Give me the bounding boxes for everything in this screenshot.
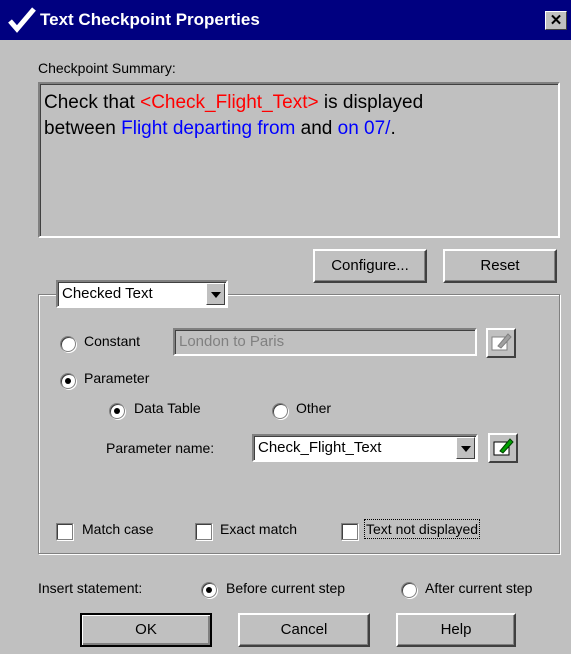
exact-match-checkbox[interactable] xyxy=(195,523,212,540)
constant-value-field[interactable]: London to Paris xyxy=(173,328,477,356)
edit-icon xyxy=(491,333,512,351)
other-radio[interactable] xyxy=(272,403,288,419)
constant-label: Constant xyxy=(84,333,141,349)
parameter-name-select[interactable]: Check_Flight_Text xyxy=(252,434,478,462)
parameter-radio[interactable] xyxy=(60,373,76,389)
cancel-button[interactable]: Cancel xyxy=(238,613,370,647)
constant-radio[interactable] xyxy=(60,336,76,352)
configure-button[interactable]: Configure... xyxy=(313,249,427,283)
parameter-name-label: Parameter name: xyxy=(106,440,215,456)
before-current-step-label: Before current step xyxy=(226,580,346,596)
insert-statement-label: Insert statement: xyxy=(38,580,143,596)
parameter-label: Parameter xyxy=(84,370,150,386)
constant-edit-button[interactable] xyxy=(486,328,516,358)
match-case-label: Match case xyxy=(82,521,154,537)
checked-text-select[interactable]: Checked Text xyxy=(56,280,228,308)
exact-match-label: Exact match xyxy=(220,521,298,537)
edit-icon xyxy=(493,438,514,456)
parameter-edit-button[interactable] xyxy=(488,433,518,463)
other-label: Other xyxy=(296,400,332,416)
summary-text-before: Flight departing from xyxy=(121,118,296,139)
ok-button[interactable]: OK xyxy=(80,613,212,647)
close-icon: ✕ xyxy=(549,12,563,29)
chevron-down-icon[interactable] xyxy=(456,437,475,459)
summary-line-2: between Flight departing from and on 07/… xyxy=(44,118,396,139)
summary-label: Checkpoint Summary: xyxy=(38,60,176,76)
close-button[interactable]: ✕ xyxy=(545,11,567,30)
data-table-label: Data Table xyxy=(134,400,201,416)
reset-button[interactable]: Reset xyxy=(443,249,557,283)
checkpoint-summary: Check that <Check_Flight_Text> is displa… xyxy=(38,82,560,238)
text-not-displayed-checkbox[interactable] xyxy=(341,523,358,540)
data-table-radio[interactable] xyxy=(109,403,125,419)
summary-line-1: Check that <Check_Flight_Text> is displa… xyxy=(44,92,424,113)
help-button[interactable]: Help xyxy=(396,613,516,647)
title-bar: Text Checkpoint Properties ✕ xyxy=(0,0,571,40)
after-current-step-label: After current step xyxy=(425,580,533,596)
summary-text-after: on 07/ xyxy=(337,118,391,139)
window-title: Text Checkpoint Properties xyxy=(40,10,260,29)
checkmark-icon xyxy=(8,7,36,33)
summary-parameter: <Check_Flight_Text> xyxy=(140,92,319,113)
text-not-displayed-label: Text not displayed xyxy=(363,519,481,539)
before-current-step-radio[interactable] xyxy=(201,582,217,598)
after-current-step-radio[interactable] xyxy=(401,582,417,598)
match-case-checkbox[interactable] xyxy=(56,523,73,540)
chevron-down-icon[interactable] xyxy=(206,283,225,305)
